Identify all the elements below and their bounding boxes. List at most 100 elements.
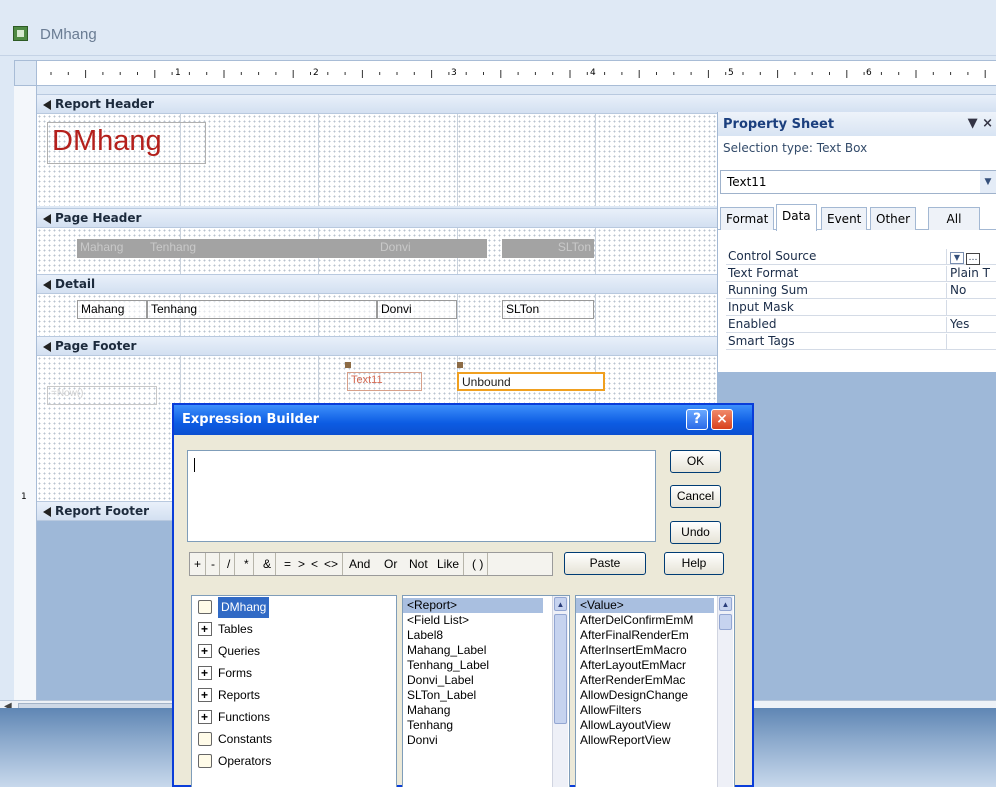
- tab-all[interactable]: All: [928, 207, 980, 230]
- help-button[interactable]: Help: [664, 552, 724, 575]
- operator-like-button[interactable]: Like: [433, 553, 465, 575]
- operator-or-button[interactable]: Or: [380, 553, 401, 575]
- dialog-titlebar[interactable]: Expression Builder: [174, 405, 752, 435]
- property-row[interactable]: Text Format Plain T: [726, 265, 996, 282]
- cancel-button[interactable]: Cancel: [670, 485, 721, 508]
- report-title-label[interactable]: DMhang: [47, 122, 206, 164]
- plus-folder-icon[interactable]: [198, 619, 212, 640]
- operator-plus-button[interactable]: +: [190, 553, 207, 575]
- ruler-mark: 2: [313, 68, 319, 78]
- list-item[interactable]: AfterLayoutEmMacr: [576, 658, 686, 673]
- builder-button[interactable]: …: [966, 253, 980, 265]
- property-row[interactable]: Running Sum No: [726, 282, 996, 299]
- empty-area: [717, 372, 996, 700]
- section-report-header[interactable]: Report Header: [37, 94, 996, 114]
- property-row[interactable]: Enabled Yes: [726, 316, 996, 333]
- vertical-scrollbar[interactable]: ▲: [552, 596, 568, 787]
- label-slton[interactable]: SLTon: [502, 239, 594, 258]
- tab-data[interactable]: Data: [776, 204, 817, 231]
- tab-format[interactable]: Format: [720, 207, 775, 230]
- list-item[interactable]: Label8: [403, 628, 443, 643]
- object-tree[interactable]: DMhang Tables Queries Forms Reports Func…: [191, 595, 397, 787]
- field-donvi[interactable]: Donvi: [377, 300, 457, 319]
- operator-multiply-button[interactable]: *: [240, 553, 254, 575]
- operator-notequal-button[interactable]: <>: [320, 553, 344, 575]
- label-mahang[interactable]: Mahang: [77, 239, 147, 258]
- label-donvi[interactable]: Donvi: [377, 239, 487, 258]
- section-label: Page Footer: [55, 339, 137, 353]
- list-item[interactable]: Tenhang_Label: [403, 658, 489, 673]
- field-tenhang[interactable]: Tenhang: [147, 300, 377, 319]
- ruler-mark: 4: [590, 68, 596, 78]
- value-list[interactable]: <Value> AfterDelConfirmEmM AfterFinalRen…: [575, 595, 735, 787]
- field-mahang[interactable]: Mahang: [77, 300, 147, 319]
- ok-button[interactable]: OK: [670, 450, 721, 473]
- horizontal-ruler[interactable]: 1 2 3 4 5 6: [37, 60, 996, 86]
- control-selector[interactable]: Text11 ▼: [720, 170, 996, 194]
- close-icon[interactable]: ×: [711, 409, 733, 430]
- list-item[interactable]: AllowDesignChange: [576, 688, 688, 703]
- list-item[interactable]: AllowLayoutView: [576, 718, 671, 733]
- list-item[interactable]: Donvi: [403, 733, 438, 748]
- list-item[interactable]: <Value>: [576, 598, 714, 613]
- dropdown-icon[interactable]: ▼: [950, 252, 964, 264]
- expression-builder-dialog[interactable]: Expression Builder ? × OK Cancel Undo + …: [172, 403, 754, 787]
- operator-not-button[interactable]: Not: [405, 553, 432, 575]
- vertical-scrollbar[interactable]: ▲: [717, 596, 733, 787]
- scroll-thumb[interactable]: [554, 614, 567, 724]
- operator-equal-button[interactable]: =: [280, 553, 295, 575]
- list-item[interactable]: AllowFilters: [576, 703, 641, 718]
- list-item[interactable]: <Field List>: [403, 613, 469, 628]
- list-item[interactable]: Donvi_Label: [403, 673, 474, 688]
- field-date[interactable]: =Now(): [47, 386, 157, 405]
- label-tenhang[interactable]: Tenhang: [147, 239, 377, 258]
- property-row[interactable]: Input Mask: [726, 299, 996, 316]
- operator-minus-button[interactable]: -: [207, 553, 220, 575]
- detail-grid[interactable]: Mahang Tenhang Donvi SLTon: [37, 294, 717, 336]
- page-header-grid[interactable]: Mahang Tenhang Donvi SLTon: [37, 228, 717, 274]
- operator-concat-button[interactable]: &: [259, 553, 277, 575]
- operator-divide-button[interactable]: /: [223, 553, 236, 575]
- list-item[interactable]: <Report>: [403, 598, 543, 613]
- operator-toolbar: + - / * & = > < <> And Or Not Like ( ): [189, 552, 553, 576]
- plus-folder-icon[interactable]: [198, 685, 212, 706]
- textbox-unbound[interactable]: Unbound: [457, 372, 605, 391]
- close-icon[interactable]: ▼ ×: [968, 116, 993, 131]
- tab-other[interactable]: Other: [870, 207, 917, 230]
- list-item[interactable]: AfterRenderEmMac: [576, 673, 685, 688]
- property-row[interactable]: Control Source ▼…: [726, 248, 996, 265]
- report-header-grid[interactable]: DMhang: [37, 114, 717, 206]
- chevron-down-icon[interactable]: ▼: [980, 171, 996, 193]
- list-item[interactable]: AfterInsertEmMacro: [576, 643, 687, 658]
- plus-folder-icon[interactable]: [198, 707, 212, 728]
- list-item[interactable]: AfterDelConfirmEmM: [576, 613, 693, 628]
- element-list[interactable]: <Report> <Field List> Label8 Mahang_Labe…: [402, 595, 570, 787]
- report-selector[interactable]: [14, 60, 37, 86]
- property-row[interactable]: Smart Tags: [726, 333, 996, 350]
- scroll-thumb[interactable]: [719, 614, 732, 630]
- operator-and-button[interactable]: And: [345, 553, 374, 575]
- list-item[interactable]: Mahang: [403, 703, 450, 718]
- ruler-mark: 3: [451, 68, 457, 78]
- list-item[interactable]: AllowReportView: [576, 733, 671, 748]
- label-text11[interactable]: Text11: [347, 372, 422, 391]
- paste-button[interactable]: Paste: [564, 552, 646, 575]
- undo-button[interactable]: Undo: [670, 521, 721, 544]
- help-icon[interactable]: ?: [686, 409, 708, 430]
- folder-icon: [198, 732, 212, 746]
- property-sheet[interactable]: Property Sheet ▼ × Selection type: Text …: [717, 112, 996, 372]
- scroll-up-icon[interactable]: ▲: [554, 597, 567, 611]
- operator-parens-button[interactable]: ( ): [468, 553, 489, 575]
- expression-input[interactable]: [187, 450, 656, 542]
- list-item[interactable]: Tenhang: [403, 718, 453, 733]
- list-item[interactable]: AfterFinalRenderEm: [576, 628, 689, 643]
- plus-folder-icon[interactable]: [198, 663, 212, 684]
- scroll-up-icon[interactable]: ▲: [719, 597, 732, 611]
- tab-event[interactable]: Event: [821, 207, 868, 230]
- list-item[interactable]: Mahang_Label: [403, 643, 486, 658]
- list-item[interactable]: SLTon_Label: [403, 688, 476, 703]
- ruler-mark: 1: [21, 492, 27, 502]
- field-slton[interactable]: SLTon: [502, 300, 594, 319]
- plus-folder-icon[interactable]: [198, 641, 212, 662]
- vertical-ruler[interactable]: 1 1: [14, 86, 37, 751]
